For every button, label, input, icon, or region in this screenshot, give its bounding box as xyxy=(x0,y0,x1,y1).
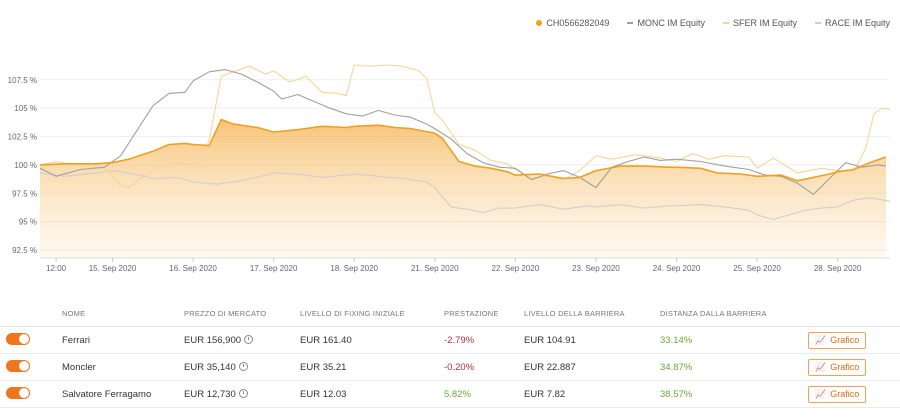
x-tick-label: 22. Sep 2020 xyxy=(492,264,540,273)
row-name: Ferrari xyxy=(62,334,90,346)
legend-swatch xyxy=(722,22,729,24)
col-header-fixing: LIVELLO DI FIXING INIZIALE xyxy=(300,308,405,318)
series-toggle[interactable] xyxy=(6,359,30,372)
x-tick-label: 18. Sep 2020 xyxy=(330,264,378,273)
x-tick-label: 24. Sep 2020 xyxy=(653,264,701,273)
x-axis: 12:00 15. Sep 2020 16. Sep 2020 17. Sep 202… xyxy=(40,257,890,273)
y-tick-label: 100 % xyxy=(14,161,37,170)
y-tick-label: 107.5 % xyxy=(8,76,37,85)
chart-icon: 📈 xyxy=(815,361,827,372)
col-header-performance: PRESTAZIONE xyxy=(444,308,499,318)
col-header-name: NOME xyxy=(62,308,86,318)
row-name: Moncler xyxy=(62,361,96,373)
y-tick-label: 92.5 % xyxy=(12,246,37,255)
series-area-fill xyxy=(40,119,886,258)
clock-icon xyxy=(238,361,248,371)
area-fill xyxy=(40,119,886,258)
row-fixing: EUR 161.40 xyxy=(300,334,352,346)
x-tick-label: 21. Sep 2020 xyxy=(411,264,459,273)
y-tick-label: 105 % xyxy=(14,104,37,113)
x-tick-label: 17. Sep 2020 xyxy=(250,264,298,273)
legend-swatch xyxy=(814,22,821,24)
row-market-price: EUR 35,140 xyxy=(184,361,236,373)
legend-swatch xyxy=(536,20,543,26)
row-barrier: EUR 22.887 xyxy=(524,361,576,373)
y-tick-label: 102.5 % xyxy=(8,133,37,142)
chart-icon: 📈 xyxy=(815,334,827,345)
y-tick-label: 95 % xyxy=(19,218,37,227)
chart-button[interactable]: 📈 Grafico xyxy=(808,385,867,403)
performance-chart: 107.5 % 105 % 102.5 % 100 % 97.5 % 95 % 92.5 %… xyxy=(8,64,891,273)
underlyings-table: NOME PREZZO DI MERCATO LIVELLO DI FIXING… xyxy=(0,300,900,408)
table-row: Ferrari EUR 156,900 EUR 161.40 -2.79% EU… xyxy=(0,327,900,354)
x-tick-label: 28. Sep 2020 xyxy=(814,264,862,273)
legend-item[interactable]: MONC IM Equity xyxy=(627,18,705,28)
row-fixing: EUR 35.21 xyxy=(300,361,347,373)
row-fixing: EUR 12.03 xyxy=(300,388,347,400)
y-tick-label: 97.5 % xyxy=(12,189,37,198)
x-tick-label: 23. Sep 2020 xyxy=(572,264,620,273)
row-performance: 5.82% xyxy=(444,388,471,400)
row-distance: 34.87% xyxy=(660,361,693,373)
table-row: Moncler EUR 35,140 EUR 35.21 -0.20% EUR … xyxy=(0,354,900,381)
legend-swatch xyxy=(627,22,634,24)
legend-item[interactable]: RACE IM Equity xyxy=(814,18,890,28)
clock-icon xyxy=(238,388,248,398)
x-tick-label: 16. Sep 2020 xyxy=(169,264,217,273)
y-axis: 107.5 % 105 % 102.5 % 100 % 97.5 % 95 % 92.5 % xyxy=(8,76,37,255)
x-tick-label: 15. Sep 2020 xyxy=(89,264,137,273)
col-header-market-price: PREZZO DI MERCATO xyxy=(184,308,267,318)
clock-icon xyxy=(244,334,254,344)
chart-icon: 📈 xyxy=(815,388,827,399)
row-performance: -0.20% xyxy=(444,361,475,373)
legend-item[interactable]: SFER IM Equity xyxy=(722,18,797,28)
x-tick-label: 12:00 xyxy=(46,264,67,273)
row-distance: 38.57% xyxy=(660,388,693,400)
x-tick-label: 25. Sep 2020 xyxy=(733,264,781,273)
row-barrier: EUR 104.91 xyxy=(524,334,576,346)
row-name: Salvatore Ferragamo xyxy=(62,388,152,400)
series-toggle[interactable] xyxy=(6,332,30,345)
chart-legend: CH0566282049 MONC IM Equity SFER IM Equity… xyxy=(536,18,890,28)
row-market-price: EUR 156,900 xyxy=(184,334,242,346)
col-header-distance: DISTANZA DALLA BARRIERA xyxy=(660,308,767,318)
row-market-price: EUR 12,730 xyxy=(184,388,236,400)
legend-label: SFER IM Equity xyxy=(732,18,797,28)
chart-button[interactable]: 📈 Grafico xyxy=(808,358,867,376)
row-performance: -2.79% xyxy=(444,334,475,346)
col-header-barrier: LIVELLO DELLA BARRIERA xyxy=(524,308,625,318)
row-barrier: EUR 7.82 xyxy=(524,388,566,400)
legend-item[interactable]: CH0566282049 xyxy=(536,18,609,28)
legend-label: MONC IM Equity xyxy=(637,18,705,28)
table-row: Salvatore Ferragamo EUR 12,730 EUR 12.03… xyxy=(0,381,900,408)
series-toggle[interactable] xyxy=(6,386,30,399)
legend-label: RACE IM Equity xyxy=(824,18,890,28)
chart-button[interactable]: 📈 Grafico xyxy=(808,331,867,349)
table-header: NOME PREZZO DI MERCATO LIVELLO DI FIXING… xyxy=(0,300,900,327)
row-distance: 33.14% xyxy=(660,334,693,346)
legend-label: CH0566282049 xyxy=(546,18,610,28)
